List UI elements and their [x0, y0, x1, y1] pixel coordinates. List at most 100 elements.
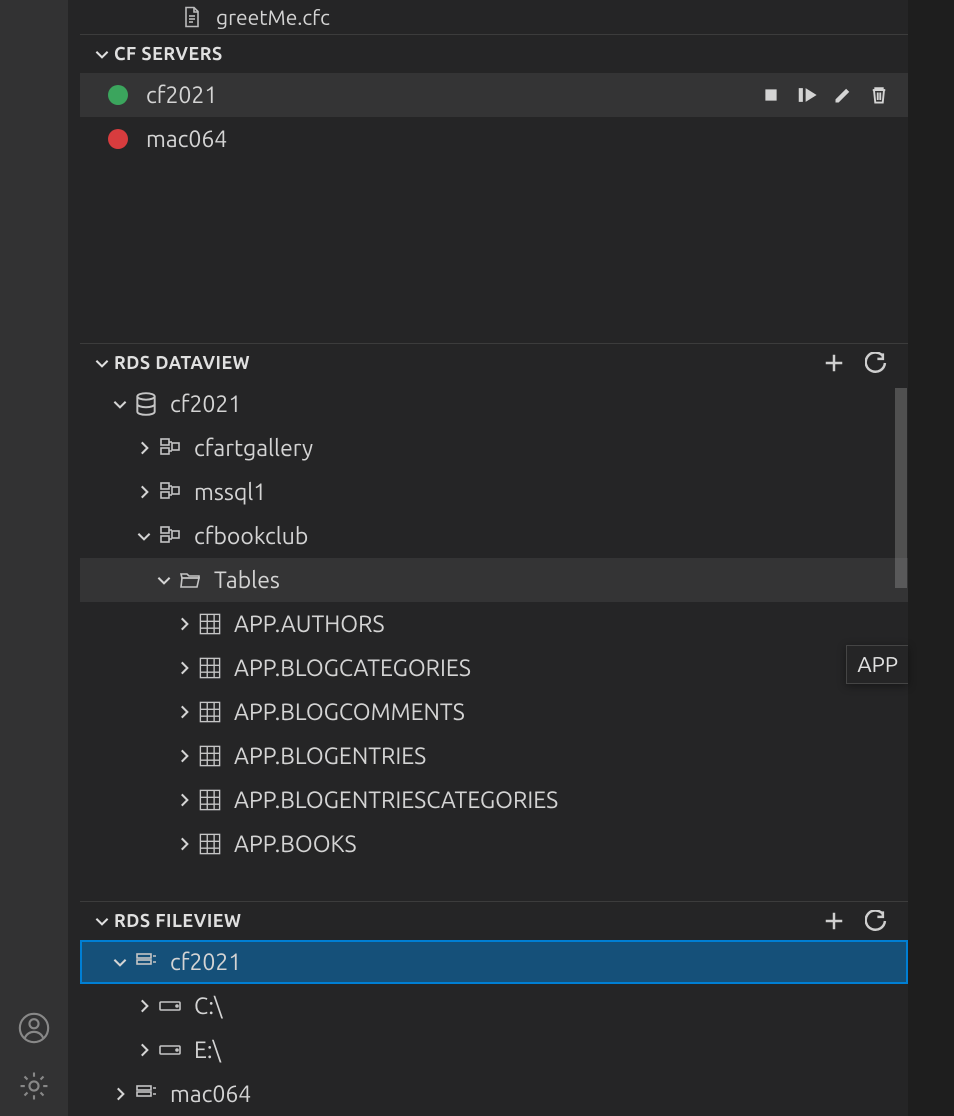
chevron-down-icon	[90, 912, 114, 930]
server-label: mac064	[146, 127, 908, 152]
tables-label: Tables	[214, 568, 908, 593]
refresh-icon[interactable]	[862, 349, 890, 377]
table-item[interactable]: APP.BOOKS	[80, 822, 908, 866]
table-name: APP.BLOGENTRIES	[234, 744, 908, 769]
section-rds-dataview: RDS DATAVIEW cf2021	[80, 343, 908, 901]
table-item[interactable]: APP.BLOGENTRIES	[80, 734, 908, 778]
table-grid-icon	[196, 654, 224, 682]
refresh-icon[interactable]	[862, 907, 890, 935]
section-header-rds-dataview[interactable]: RDS DATAVIEW	[80, 344, 908, 382]
datasource-root[interactable]: cf2021	[80, 382, 908, 426]
table-name: APP.BLOGENTRIESCATEGORIES	[234, 788, 908, 813]
table-name: APP.BLOGCATEGORIES	[234, 656, 908, 681]
editor-area	[908, 0, 954, 1116]
database-item-cfbookclub[interactable]: cfbookclub	[80, 514, 908, 558]
table-name: APP.BLOGCOMMENTS	[234, 700, 908, 725]
chevron-down-icon	[108, 953, 132, 971]
tooltip-text: APP	[857, 652, 898, 677]
side-panel: greetMe.cfc CF SERVERS cf2021	[80, 0, 908, 1116]
drive-label: E:\	[194, 1038, 908, 1063]
folder-open-icon	[176, 566, 204, 594]
table-grid-icon	[196, 742, 224, 770]
document-icon	[180, 5, 204, 29]
section-header-rds-fileview[interactable]: RDS FILEVIEW	[80, 902, 908, 940]
activity-bar	[0, 0, 68, 1116]
status-green-icon	[108, 85, 128, 105]
server-item-mac064[interactable]: mac064	[80, 117, 908, 161]
tooltip: APP	[846, 645, 908, 684]
section-cf-servers: CF SERVERS cf2021 mac064	[80, 34, 908, 343]
section-title: RDS FILEVIEW	[114, 911, 820, 931]
table-name: APP.BOOKS	[234, 832, 908, 857]
chevron-right-icon	[172, 835, 196, 853]
fileview-server-cf2021[interactable]: cf2021	[80, 940, 908, 984]
explorer-file-row[interactable]: greetMe.cfc	[80, 0, 908, 34]
table-grid-icon	[196, 610, 224, 638]
gear-icon[interactable]	[10, 1062, 58, 1110]
server-item-cf2021[interactable]: cf2021	[80, 73, 908, 117]
database-item[interactable]: cfartgallery	[80, 426, 908, 470]
database-stack-icon	[132, 390, 160, 418]
rds-fileview-tree: cf2021 C:\ E:\ mac064	[80, 940, 908, 1116]
drive-item[interactable]: C:\	[80, 984, 908, 1028]
db-schema-icon	[156, 478, 184, 506]
cf-servers-tree: cf2021 mac064	[80, 73, 908, 343]
table-grid-icon	[196, 830, 224, 858]
chevron-down-icon	[132, 527, 156, 545]
play-next-icon[interactable]	[794, 82, 820, 108]
drive-label: C:\	[194, 994, 908, 1019]
db-label: mssql1	[194, 480, 908, 505]
trash-icon[interactable]	[866, 82, 892, 108]
chevron-right-icon	[132, 1041, 156, 1059]
server-actions	[758, 82, 908, 108]
stop-icon[interactable]	[758, 82, 784, 108]
chevron-down-icon	[152, 571, 176, 589]
rds-dataview-tree: cf2021 cfartgallery mssql1	[80, 382, 908, 901]
table-name: APP.AUTHORS	[234, 612, 908, 637]
chevron-right-icon	[108, 1085, 132, 1103]
chevron-right-icon	[172, 615, 196, 633]
chevron-right-icon	[132, 439, 156, 457]
edit-icon[interactable]	[830, 82, 856, 108]
sidebar-gutter	[68, 0, 80, 1116]
fileview-server-label: mac064	[170, 1082, 908, 1107]
tables-folder[interactable]: Tables	[80, 558, 908, 602]
scrollbar-vertical[interactable]	[894, 382, 908, 901]
fileview-server-label: cf2021	[170, 950, 908, 975]
section-header-cf-servers[interactable]: CF SERVERS	[80, 35, 908, 73]
add-icon[interactable]	[820, 907, 848, 935]
table-item[interactable]: APP.BLOGENTRIESCATEGORIES	[80, 778, 908, 822]
drive-icon	[156, 1036, 184, 1064]
table-item[interactable]: APP.BLOGCOMMENTS	[80, 690, 908, 734]
section-title: RDS DATAVIEW	[114, 353, 820, 373]
database-item[interactable]: mssql1	[80, 470, 908, 514]
fileview-server-mac064[interactable]: mac064	[80, 1072, 908, 1116]
drive-icon	[156, 992, 184, 1020]
account-icon[interactable]	[10, 1004, 58, 1052]
table-item[interactable]: APP.BLOGCATEGORIES	[80, 646, 908, 690]
db-label: cfartgallery	[194, 436, 908, 461]
chevron-right-icon	[172, 791, 196, 809]
chevron-right-icon	[172, 747, 196, 765]
server-file-icon	[132, 948, 160, 976]
db-schema-icon	[156, 522, 184, 550]
db-schema-icon	[156, 434, 184, 462]
datasource-label: cf2021	[170, 392, 908, 417]
status-red-icon	[108, 129, 128, 149]
section-rds-fileview: RDS FILEVIEW cf2021 C:\	[80, 901, 908, 1116]
chevron-right-icon	[172, 659, 196, 677]
table-grid-icon	[196, 698, 224, 726]
add-icon[interactable]	[820, 349, 848, 377]
chevron-right-icon	[132, 997, 156, 1015]
table-item[interactable]: APP.AUTHORS	[80, 602, 908, 646]
server-file-icon	[132, 1080, 160, 1108]
section-title: CF SERVERS	[114, 44, 898, 64]
chevron-right-icon	[132, 483, 156, 501]
chevron-down-icon	[108, 395, 132, 413]
drive-item[interactable]: E:\	[80, 1028, 908, 1072]
db-label: cfbookclub	[194, 524, 908, 549]
scrollbar-thumb[interactable]	[895, 388, 907, 588]
chevron-down-icon	[90, 354, 114, 372]
chevron-right-icon	[172, 703, 196, 721]
server-label: cf2021	[146, 83, 758, 108]
